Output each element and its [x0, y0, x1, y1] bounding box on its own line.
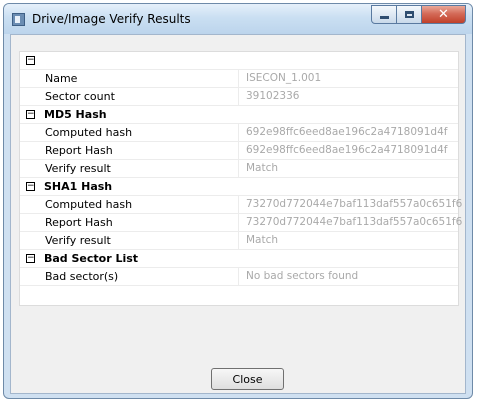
property-value: 73270d772044e7baf113daf557a0c651f6	[246, 198, 463, 210]
column-divider	[238, 232, 239, 249]
collapse-toggle-icon[interactable]: −	[26, 56, 35, 65]
collapse-toggle-icon[interactable]: −	[26, 254, 35, 263]
property-value: 39102336	[246, 90, 300, 102]
maximize-button[interactable]	[397, 5, 422, 24]
property-row[interactable]: Computed hash 692e98ffc6eed8ae196c2a47180…	[20, 124, 458, 142]
property-row[interactable]: Verify result Match	[20, 232, 458, 250]
column-divider	[238, 142, 239, 159]
property-label: Report Hash	[45, 216, 113, 229]
column-divider	[238, 70, 239, 87]
property-row[interactable]: Bad sector(s) No bad sectors found	[20, 268, 458, 286]
category-name: Bad Sector List	[44, 252, 139, 265]
property-grid[interactable]: − Name ISECON_1.001 Sector count 39102336− MD…	[19, 51, 462, 306]
collapse-toggle-icon[interactable]: −	[26, 182, 35, 191]
property-label: Verify result	[45, 162, 111, 175]
close-icon: ✕	[438, 7, 449, 22]
collapse-toggle-icon[interactable]: −	[26, 110, 35, 119]
category-name: MD5 Hash	[44, 108, 107, 121]
title-bar[interactable]: Drive/Image Verify Results ✕	[4, 4, 472, 34]
property-label: Sector count	[45, 90, 115, 103]
column-divider	[238, 124, 239, 141]
verify-results-window: Drive/Image Verify Results ✕ − Name ISECON…	[3, 3, 473, 399]
property-value: Match	[246, 162, 279, 174]
property-value: 692e98ffc6eed8ae196c2a4718091d4f	[246, 144, 448, 156]
property-value: Match	[246, 234, 279, 246]
category-row[interactable]: − Bad Sector List	[20, 250, 458, 268]
property-value: No bad sectors found	[246, 270, 359, 282]
category-row[interactable]: − SHA1 Hash	[20, 178, 458, 196]
property-label: Verify result	[45, 234, 111, 247]
column-divider	[238, 196, 239, 213]
property-label: Report Hash	[45, 144, 113, 157]
category-row[interactable]: − MD5 Hash	[20, 106, 458, 124]
property-row[interactable]: Name ISECON_1.001	[20, 70, 458, 88]
dialog-body: − Name ISECON_1.001 Sector count 39102336− MD…	[10, 34, 466, 394]
property-value: 73270d772044e7baf113daf557a0c651f6	[246, 216, 463, 228]
column-divider	[238, 88, 239, 105]
property-row[interactable]: Sector count 39102336	[20, 88, 458, 106]
maximize-icon	[404, 11, 414, 18]
window-app-icon	[12, 13, 25, 26]
window-title: Drive/Image Verify Results	[32, 12, 191, 26]
property-row[interactable]: Report Hash 692e98ffc6eed8ae196c2a4718091…	[20, 142, 458, 160]
minimize-button[interactable]	[371, 5, 397, 24]
caption-buttons: ✕	[371, 5, 466, 24]
property-row[interactable]: Verify result Match	[20, 160, 458, 178]
property-row[interactable]: Computed hash 73270d772044e7baf113daf557a…	[20, 196, 462, 214]
property-value: ISECON_1.001	[246, 72, 322, 84]
property-row[interactable]: Report Hash 73270d772044e7baf113daf557a0c…	[20, 214, 462, 232]
property-label: Name	[45, 72, 78, 85]
category-name: SHA1 Hash	[44, 180, 113, 193]
property-label: Computed hash	[45, 198, 133, 211]
window-close-button[interactable]: ✕	[422, 5, 466, 24]
close-button[interactable]: Close	[211, 368, 284, 390]
column-divider	[238, 214, 239, 231]
property-value: 692e98ffc6eed8ae196c2a4718091d4f	[246, 126, 448, 138]
property-label: Computed hash	[45, 126, 133, 139]
category-row[interactable]: −	[20, 52, 458, 70]
minimize-icon	[379, 16, 389, 19]
column-divider	[238, 268, 239, 285]
column-divider	[238, 160, 239, 177]
property-label: Bad sector(s)	[45, 270, 119, 283]
